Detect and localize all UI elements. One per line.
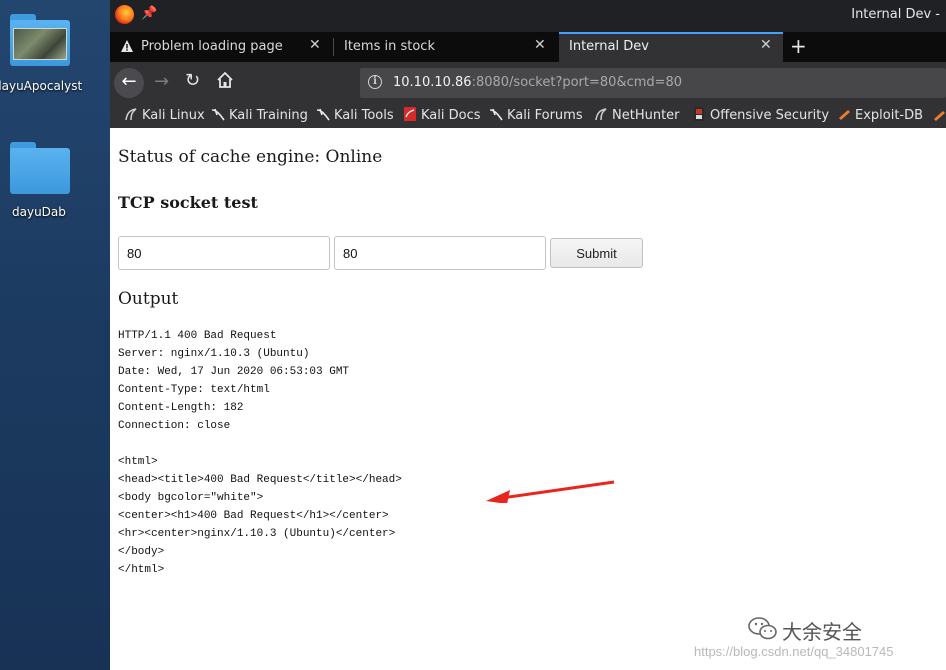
- bookmarks-toolbar: Kali Linux Kali Training Kali Tools Kali…: [110, 102, 946, 128]
- kali-dragon-icon: [211, 108, 225, 121]
- bookmark-label: Kali Forums: [507, 108, 583, 123]
- desktop: dayuApocalyst dayuDab: [0, 0, 110, 670]
- kali-dragon-icon: [595, 108, 607, 121]
- bookmark-kali-tools[interactable]: Kali Tools: [316, 107, 394, 123]
- bookmark-exploit-db[interactable]: Exploit-DB: [837, 107, 923, 123]
- tab-internal-dev[interactable]: Internal Dev ✕: [559, 32, 783, 62]
- tab-items-in-stock[interactable]: Items in stock ✕: [334, 32, 556, 62]
- close-icon[interactable]: ✕: [534, 37, 546, 53]
- navigation-toolbar: ← → ↻ i 10.10.10.86:8080/socket?port=80&…: [110, 62, 946, 102]
- firefox-icon: [115, 5, 134, 24]
- window-title: Internal Dev -: [851, 7, 940, 22]
- cache-status-text: Status of cache engine: Online: [118, 147, 383, 167]
- back-button[interactable]: ←: [114, 68, 144, 98]
- kali-dragon-icon: [125, 108, 137, 121]
- url-text[interactable]: 10.10.10.86:8080/socket?port=80&cmd=80: [393, 75, 682, 90]
- exploit-db-icon: [839, 110, 850, 120]
- bookmark-label: Offensive Security: [710, 108, 830, 123]
- bookmark-label: Kali Tools: [334, 108, 394, 123]
- bookmark-offensive-security[interactable]: Offensive Security: [692, 107, 829, 123]
- warning-icon: [121, 40, 133, 52]
- watermark-brand: 大余安全: [782, 620, 862, 644]
- browser-window: 📌 Internal Dev - Problem loading page ✕ …: [110, 0, 946, 670]
- cmd-input[interactable]: [334, 236, 546, 270]
- port-input[interactable]: [118, 236, 330, 270]
- tab-label: Problem loading page: [141, 39, 283, 54]
- desktop-icon-label: dayuApocalyst: [0, 79, 83, 93]
- offensive-security-icon: [694, 107, 704, 121]
- url-host: 10.10.10.86: [393, 75, 472, 90]
- bookmark-nethunter[interactable]: NetHunter: [594, 107, 680, 123]
- tcp-socket-heading: TCP socket test: [118, 193, 258, 212]
- kali-dragon-icon: [316, 108, 330, 121]
- watermark-url: https://blog.csdn.net/qq_34801745: [694, 644, 894, 659]
- bookmark-label: Exploit-DB: [855, 108, 924, 123]
- kali-docs-icon: [404, 107, 416, 121]
- bookmark-label: NetHunter: [612, 108, 680, 123]
- wechat-icon: [748, 617, 777, 640]
- home-button[interactable]: [216, 71, 234, 89]
- close-icon[interactable]: ✕: [760, 37, 772, 53]
- url-bar[interactable]: i 10.10.10.86:8080/socket?port=80&cmd=80: [360, 68, 946, 98]
- forward-button[interactable]: →: [154, 71, 169, 92]
- bookmark-kali-training[interactable]: Kali Training: [211, 107, 308, 123]
- bookmark-kali-docs[interactable]: Kali Docs: [403, 107, 481, 123]
- close-icon[interactable]: ✕: [309, 37, 321, 53]
- tab-label: Internal Dev: [569, 39, 649, 54]
- submit-button[interactable]: Submit: [550, 238, 643, 268]
- page-content: Status of cache engine: Online TCP socke…: [110, 128, 946, 670]
- new-tab-button[interactable]: +: [790, 34, 807, 58]
- info-icon[interactable]: i: [368, 75, 382, 89]
- folder-icon: [10, 14, 70, 66]
- tab-strip: Problem loading page ✕ Items in stock ✕ …: [110, 32, 946, 62]
- folder-icon: [10, 142, 70, 194]
- output-text: HTTP/1.1 400 Bad Request Server: nginx/1…: [118, 330, 402, 576]
- bookmark-kali-linux[interactable]: Kali Linux: [124, 107, 205, 123]
- overflow-bookmark-icon[interactable]: [932, 108, 946, 122]
- tab-label: Items in stock: [344, 39, 435, 54]
- bookmark-kali-forums[interactable]: Kali Forums: [489, 107, 583, 123]
- annotation-arrow-icon: [486, 480, 615, 503]
- kali-dragon-icon: [489, 108, 503, 121]
- bookmark-label: Kali Linux: [142, 108, 205, 123]
- reload-button[interactable]: ↻: [185, 70, 200, 91]
- pin-icon[interactable]: 📌: [141, 6, 157, 21]
- bookmark-label: Kali Docs: [421, 108, 481, 123]
- tab-problem-loading[interactable]: Problem loading page ✕: [110, 32, 332, 62]
- output-heading: Output: [118, 289, 179, 309]
- title-bar: 📌 Internal Dev -: [110, 0, 946, 32]
- url-path: :8080/socket?port=80&cmd=80: [471, 75, 683, 90]
- bookmark-label: Kali Training: [229, 108, 308, 123]
